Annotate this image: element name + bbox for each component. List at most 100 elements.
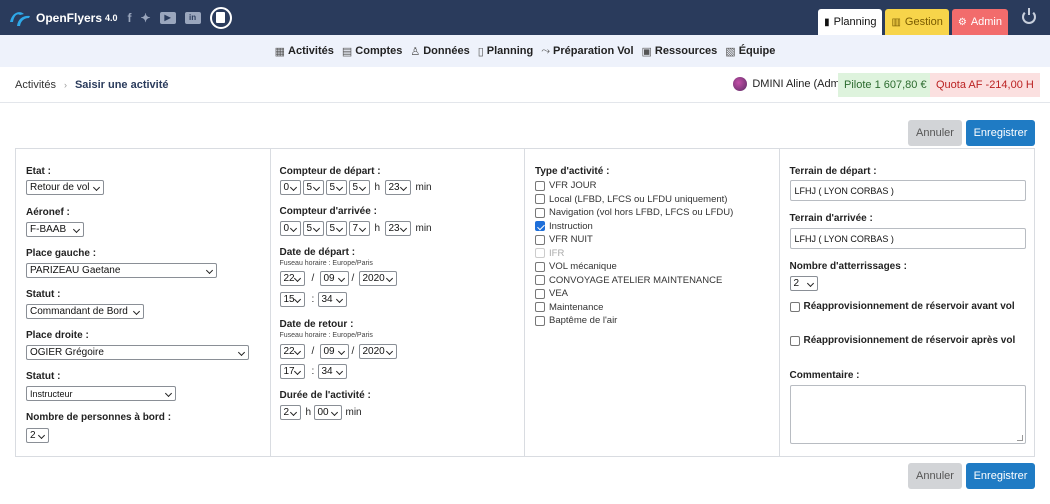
compteur-depart-digit-2[interactable]: 5: [302, 180, 324, 195]
compteur-arrivee-digit-4[interactable]: 7: [348, 221, 370, 236]
nav-activites[interactable]: ▦ Activités: [275, 45, 334, 58]
save-button-bottom[interactable]: Enregistrer: [966, 463, 1035, 489]
linkedin-icon[interactable]: in: [184, 11, 201, 24]
openflyers-logo[interactable]: OpenFlyers 4.0: [8, 8, 118, 28]
activity-type-checkbox[interactable]: [535, 315, 545, 326]
tab-admin[interactable]: ⚙ Admin: [951, 9, 1008, 35]
activity-type-option[interactable]: VFR NUIT: [535, 234, 593, 245]
breadcrumb-activites[interactable]: Activités: [15, 79, 56, 91]
activity-type-checkbox[interactable]: [535, 302, 545, 312]
twitter-icon[interactable]: ✦: [141, 11, 151, 25]
date-retour-label: Date de retour :: [279, 319, 354, 330]
date-depart-day[interactable]: 22: [279, 271, 305, 286]
activity-type-option[interactable]: VEA: [535, 288, 568, 299]
team-icon: ▧: [725, 45, 736, 58]
duree-minutes[interactable]: 00: [313, 405, 342, 420]
book-icon[interactable]: [209, 6, 232, 29]
date-depart-month[interactable]: 09: [319, 271, 349, 286]
power-icon[interactable]: [1022, 8, 1036, 24]
nb-personnes-select[interactable]: 2: [26, 428, 49, 443]
activity-type-checkbox[interactable]: [535, 194, 545, 204]
date-retour-minute[interactable]: 34: [317, 364, 347, 379]
etat-select[interactable]: Retour de vol: [26, 180, 104, 195]
pilot-balance-badge[interactable]: Pilote 1 607,80 €: [838, 73, 933, 97]
activity-type-checkbox[interactable]: [535, 234, 545, 245]
terrain-arrivee-input[interactable]: LFHJ ( LYON CORBAS ): [789, 228, 1026, 249]
activity-type-option[interactable]: Instruction: [535, 221, 593, 232]
statut-gauche-label: Statut :: [26, 289, 61, 300]
place-gauche-select[interactable]: PARIZEAU Gaetane: [26, 263, 217, 278]
activity-type-option[interactable]: Baptême de l'air: [535, 315, 617, 326]
commentaire-textarea[interactable]: [789, 385, 1026, 444]
activity-type-label: VOL mécanique: [549, 261, 617, 272]
nav-donnees[interactable]: ♙ Données: [410, 45, 469, 58]
compteur-depart-digit-1[interactable]: 0: [279, 180, 301, 195]
gear-icon: ⚙: [957, 16, 967, 28]
compteur-depart-digit-4[interactable]: 5: [348, 180, 370, 195]
date-retour-year[interactable]: 2020: [358, 344, 397, 359]
reappro-apres-row[interactable]: Réapprovisionnement de réservoir après v…: [789, 335, 1015, 346]
module-tabs: ▮ Planning ▥ Gestion ⚙ Admin: [818, 9, 1008, 35]
activity-type-label: Local (LFBD, LFCS ou LFDU uniquement): [549, 193, 728, 205]
activity-type-label: Navigation (vol hors LFBD, LFCS ou LFDU): [549, 207, 734, 218]
cancel-button[interactable]: Annuler: [908, 120, 962, 146]
compteur-arrivee-digit-1[interactable]: 0: [279, 221, 301, 236]
activity-type-option[interactable]: Navigation (vol hors LFBD, LFCS ou LFDU): [535, 207, 733, 218]
nav-preparation-vol[interactable]: ⤳ Préparation Vol: [541, 45, 633, 58]
activity-type-checkbox[interactable]: [535, 207, 545, 218]
current-user[interactable]: DMINI Aline (Admin): [733, 77, 852, 91]
date-retour-month[interactable]: 09: [319, 344, 349, 359]
nav-comptes[interactable]: ▤ Comptes: [342, 45, 402, 58]
tab-admin-label: Admin: [970, 16, 1002, 28]
commentaire-label: Commentaire :: [789, 370, 860, 381]
youtube-icon[interactable]: ▶: [159, 11, 176, 24]
activity-type-checkbox[interactable]: [535, 288, 545, 299]
activity-type-option[interactable]: VFR JOUR: [535, 180, 597, 191]
save-button[interactable]: Enregistrer: [966, 120, 1035, 146]
activity-type-checkbox[interactable]: [535, 221, 545, 231]
facebook-icon[interactable]: f: [128, 11, 132, 25]
date-retour-day[interactable]: 22: [279, 344, 305, 359]
cancel-button-bottom[interactable]: Annuler: [908, 463, 962, 489]
nav-planning[interactable]: ▯ Planning: [478, 45, 534, 58]
planning-icon: ▮: [824, 16, 830, 28]
date-depart-sep2: /: [351, 273, 355, 284]
activity-type-label: VEA: [549, 288, 569, 299]
compteur-depart-digit-3[interactable]: 5: [325, 180, 347, 195]
activity-type-label: Maintenance: [549, 301, 604, 313]
place-droite-select[interactable]: OGIER Grégoire: [26, 345, 249, 360]
activity-type-checkbox[interactable]: [535, 180, 545, 191]
duree-heures[interactable]: 2: [279, 405, 301, 420]
activity-type-option[interactable]: Maintenance: [535, 302, 603, 313]
nav-equipe-label: Équipe: [738, 45, 776, 57]
tab-planning[interactable]: ▮ Planning: [818, 9, 883, 35]
compteur-depart-minutes[interactable]: 23: [384, 180, 411, 195]
nav-equipe[interactable]: ▧ Équipe: [725, 45, 775, 58]
tab-gestion[interactable]: ▥ Gestion: [885, 9, 949, 35]
compteur-arrivee-digit-2[interactable]: 5: [302, 221, 324, 236]
aeronef-select[interactable]: F-BAAB: [26, 222, 84, 237]
calendar-icon: ▦: [274, 45, 286, 58]
reappro-avant-checkbox[interactable]: [789, 301, 800, 312]
terrain-depart-input[interactable]: LFHJ ( LYON CORBAS ): [789, 180, 1026, 201]
atterrissages-select[interactable]: 2: [789, 276, 818, 291]
brand-name: OpenFlyers: [36, 10, 103, 25]
quota-badge[interactable]: Quota AF -214,00 H: [930, 73, 1040, 97]
reappro-apres-checkbox[interactable]: [789, 335, 800, 346]
compteur-arrivee-digit-3[interactable]: 5: [325, 221, 347, 236]
date-depart-hour[interactable]: 15: [279, 292, 305, 307]
activity-type-option[interactable]: VOL mécanique: [535, 261, 617, 272]
compteur-arrivee-minutes[interactable]: 23: [384, 221, 411, 236]
activity-type-option[interactable]: Local (LFBD, LFCS ou LFDU uniquement): [535, 194, 727, 205]
reappro-avant-row[interactable]: Réapprovisionnement de réservoir avant v…: [789, 301, 1015, 312]
activity-type-checkbox[interactable]: [535, 261, 545, 272]
activity-type-option[interactable]: CONVOYAGE ATELIER MAINTENANCE: [535, 275, 722, 286]
date-depart-year[interactable]: 2020: [358, 271, 397, 286]
statut-gauche-select[interactable]: Commandant de Bord: [26, 304, 144, 319]
activity-type-checkbox[interactable]: [535, 275, 545, 285]
date-retour-hour[interactable]: 17: [279, 364, 305, 379]
nav-ressources[interactable]: ▣ Ressources: [642, 45, 718, 58]
brand-version: 4.0: [105, 12, 118, 23]
statut-droite-select[interactable]: Instructeur: [26, 386, 176, 401]
date-depart-minute[interactable]: 34: [317, 292, 347, 307]
